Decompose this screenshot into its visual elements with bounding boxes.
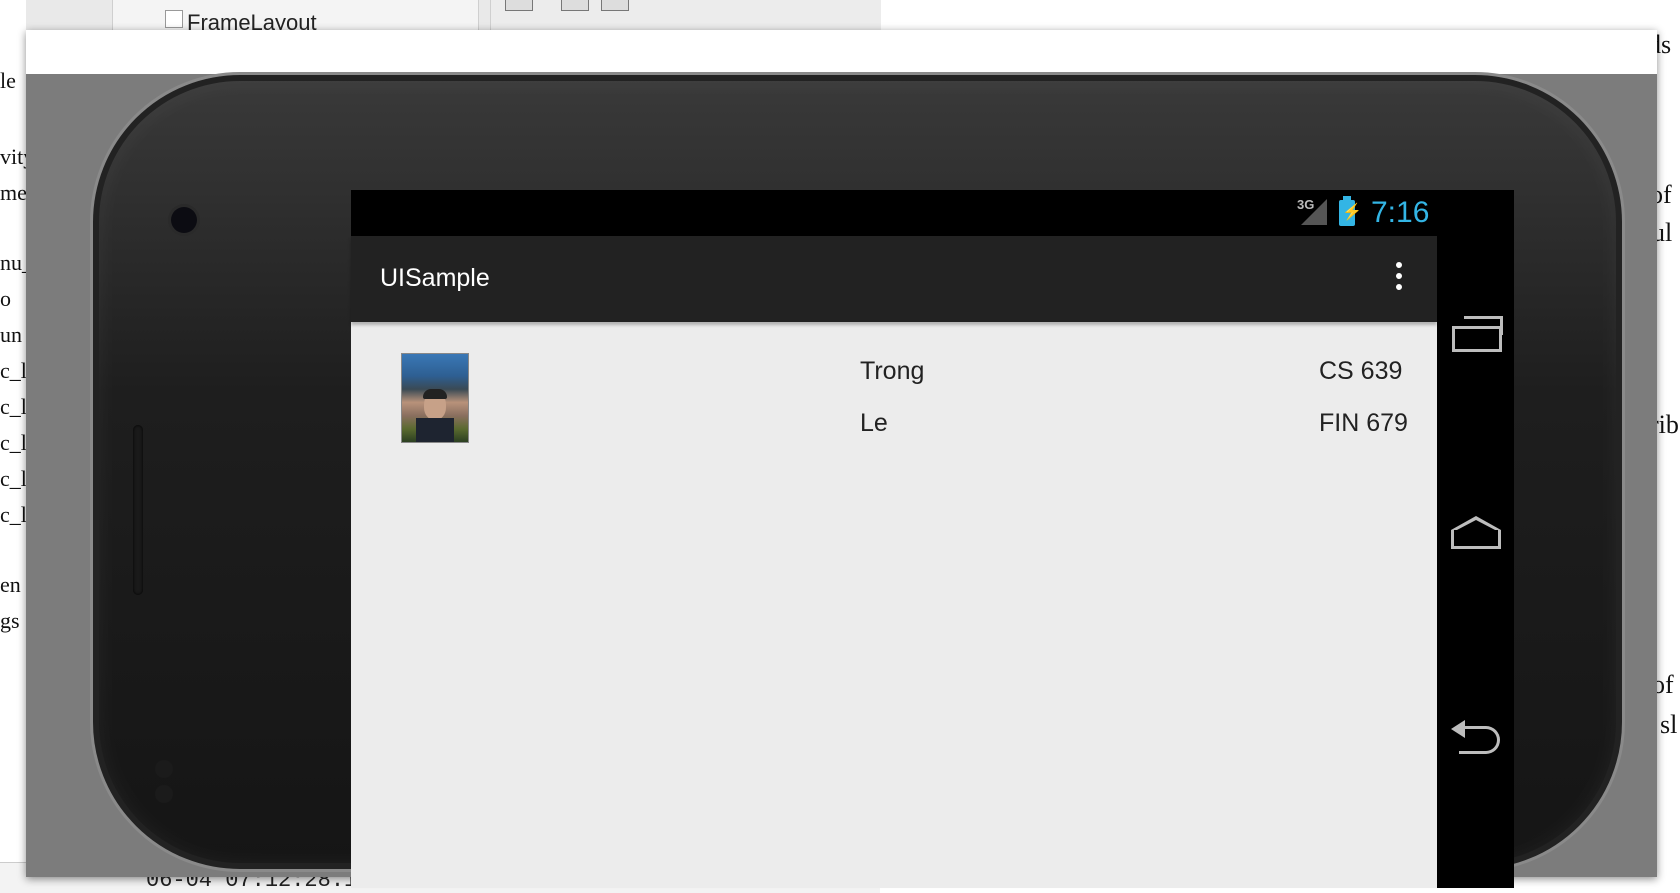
sensor [155, 785, 173, 803]
first-name-text: Trong [860, 357, 925, 385]
network-type: 3G [1297, 197, 1315, 212]
status-clock: 7:16 [1371, 196, 1430, 229]
course-1-text: CS 639 [1319, 357, 1403, 385]
status-bar: 3G ⚡ 7:16 [351, 190, 1514, 236]
side-text: en [0, 572, 21, 597]
profile-photo [401, 353, 469, 443]
side-text: c_l [0, 502, 27, 527]
side-text: c_l [0, 430, 27, 455]
navigation-bar [1437, 236, 1514, 888]
recent-apps-icon[interactable] [1452, 314, 1503, 352]
side-text: gs [0, 608, 20, 633]
checkbox[interactable] [165, 10, 183, 28]
front-camera [171, 207, 197, 233]
app-title: UISample [380, 264, 490, 292]
toolbar-icon[interactable] [601, 0, 629, 11]
side-text: un [0, 322, 22, 347]
side-text: le [0, 68, 16, 93]
emulator-title-bar[interactable] [26, 30, 1657, 74]
battery-icon: ⚡ [1339, 196, 1362, 226]
ide-toolbar [490, 0, 881, 30]
sensor [155, 760, 173, 778]
side-text: sl [1660, 710, 1678, 739]
emulator-window: 3G ⚡ 7:16 UISample Trong Le CS 639 FIN 6… [26, 30, 1657, 888]
action-bar: UISample [351, 236, 1437, 322]
home-icon[interactable] [1451, 516, 1503, 549]
side-text: c_l [0, 358, 27, 383]
speaker-grille [133, 425, 143, 595]
component-tree-row[interactable]: FrameLayout [112, 0, 479, 35]
app-content: UISample Trong Le CS 639 FIN 679 [351, 236, 1437, 888]
overflow-menu-icon[interactable] [1391, 262, 1407, 298]
side-text: me [0, 180, 27, 205]
device-frame: 3G ⚡ 7:16 UISample Trong Le CS 639 FIN 6… [90, 72, 1625, 888]
side-text: c_l [0, 394, 27, 419]
toolbar-icon[interactable] [561, 0, 589, 11]
device-screen: 3G ⚡ 7:16 UISample Trong Le CS 639 FIN 6… [351, 190, 1514, 888]
side-text: c_l [0, 466, 27, 491]
toolbar-icon[interactable] [505, 0, 533, 11]
back-icon[interactable] [1451, 716, 1507, 756]
course-2-text: FIN 679 [1319, 409, 1408, 437]
side-text: o [0, 286, 11, 311]
last-name-text: Le [860, 409, 888, 437]
